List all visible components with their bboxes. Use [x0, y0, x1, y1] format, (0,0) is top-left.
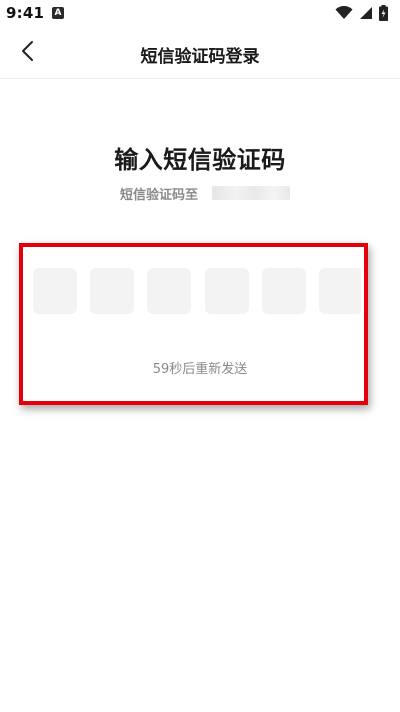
status-icons [335, 5, 388, 21]
a-notification-icon: A [52, 7, 64, 19]
page-title: 短信验证码登录 [140, 47, 260, 67]
status-time: 9:41 [6, 4, 45, 22]
battery-icon [379, 5, 388, 21]
subtitle-row: 短信验证码至 [120, 183, 291, 203]
main-title: 输入短信验证码 [114, 146, 286, 174]
signal-icon [359, 6, 373, 20]
status-bar: 9:41 A [0, 0, 400, 28]
highlight-box [19, 243, 368, 405]
subtitle: 短信验证码至 [120, 187, 199, 203]
masked-phone-number [212, 186, 291, 200]
header: 短信验证码登录 [0, 28, 400, 79]
wifi-icon [335, 6, 353, 20]
